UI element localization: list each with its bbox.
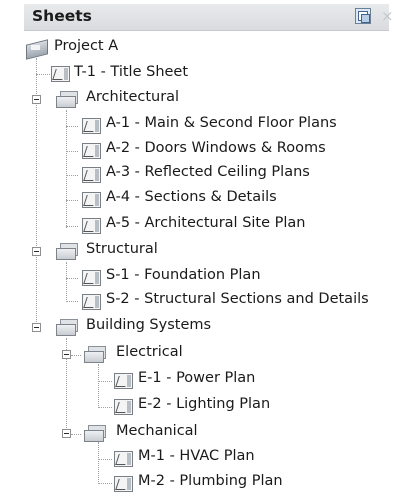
node-label: A-2 - Doors Windows & Rooms <box>106 140 326 156</box>
node-label: A-3 - Reflected Ceiling Plans <box>106 164 310 180</box>
sheet-icon <box>82 270 101 286</box>
tree-node-project[interactable]: Project A <box>0 36 393 60</box>
node-label: S-1 - Foundation Plan <box>106 267 261 283</box>
tree-node-sheet[interactable]: S-2 - Structural Sections and Details <box>0 289 393 313</box>
sheet-icon <box>114 373 133 389</box>
tree-node-sheet[interactable]: A-4 - Sections & Details <box>0 187 393 211</box>
sheet-icon <box>51 66 70 82</box>
tree-node-subset-mechanical[interactable]: Mechanical <box>0 421 393 445</box>
node-label: Electrical <box>116 344 183 360</box>
node-label: A-5 - Architectural Site Plan <box>106 215 306 231</box>
collapse-toggle-icon[interactable] <box>62 429 71 438</box>
panel-header: Sheets × <box>24 4 393 31</box>
collapse-toggle-icon[interactable] <box>32 247 41 256</box>
sheet-icon <box>82 143 101 159</box>
subset-folder-icon <box>56 90 78 108</box>
subset-folder-icon <box>84 424 106 442</box>
panel-title: Sheets <box>32 7 92 25</box>
subset-folder-icon <box>84 345 106 363</box>
sheet-icon <box>114 476 133 492</box>
node-label: M-2 - Plumbing Plan <box>138 473 283 489</box>
close-icon[interactable]: × <box>381 7 393 25</box>
node-label: Structural <box>86 241 158 257</box>
node-label: T-1 - Title Sheet <box>74 64 189 80</box>
tree-node-sheet[interactable]: S-1 - Foundation Plan <box>0 265 393 289</box>
sheet-list-toggle-icon[interactable] <box>355 8 371 24</box>
tree-node-subset-building-systems[interactable]: Building Systems <box>0 315 393 339</box>
sheet-icon <box>82 167 101 183</box>
tree-node-sheet[interactable]: T-1 - Title Sheet <box>0 62 393 86</box>
sheet-icon <box>82 192 101 208</box>
collapse-toggle-icon[interactable] <box>32 323 41 332</box>
collapse-toggle-icon[interactable] <box>32 95 41 104</box>
sheet-icon <box>82 294 101 310</box>
subset-folder-icon <box>56 318 78 336</box>
node-label: Mechanical <box>116 423 198 439</box>
tree-node-sheet[interactable]: A-2 - Doors Windows & Rooms <box>0 138 393 162</box>
node-label: M-1 - HVAC Plan <box>138 448 255 464</box>
node-label: Project A <box>54 38 119 54</box>
tree-node-subset-electrical[interactable]: Electrical <box>0 342 393 366</box>
tree-node-subset-structural[interactable]: Structural <box>0 239 393 263</box>
tree-node-sheet[interactable]: E-2 - Lighting Plan <box>0 394 393 418</box>
sheet-set-panel: Sheets × Project A T-1 - Title Sheet Arc… <box>0 0 393 497</box>
sheet-icon <box>114 451 133 467</box>
tree-node-sheet[interactable]: A-1 - Main & Second Floor Plans <box>0 113 393 137</box>
node-label: S-2 - Structural Sections and Details <box>106 291 369 307</box>
tree-node-sheet[interactable]: A-3 - Reflected Ceiling Plans <box>0 162 393 186</box>
node-label: Architectural <box>86 89 180 105</box>
tree-node-sheet[interactable]: M-2 - Plumbing Plan <box>0 471 393 495</box>
tree-node-sheet[interactable]: E-1 - Power Plan <box>0 368 393 392</box>
sheet-icon <box>114 399 133 415</box>
node-label: Building Systems <box>86 317 212 333</box>
node-label: E-2 - Lighting Plan <box>138 396 271 412</box>
collapse-toggle-icon[interactable] <box>62 350 71 359</box>
project-icon <box>26 39 48 60</box>
tree-node-sheet[interactable]: M-1 - HVAC Plan <box>0 446 393 470</box>
sheet-icon <box>82 118 101 134</box>
node-label: A-4 - Sections & Details <box>106 189 277 205</box>
node-label: A-1 - Main & Second Floor Plans <box>106 115 337 131</box>
tree-node-sheet[interactable]: A-5 - Architectural Site Plan <box>0 213 393 237</box>
tree-node-subset-architectural[interactable]: Architectural <box>0 87 393 111</box>
node-label: E-1 - Power Plan <box>138 370 256 386</box>
subset-folder-icon <box>56 242 78 260</box>
sheet-icon <box>82 218 101 234</box>
